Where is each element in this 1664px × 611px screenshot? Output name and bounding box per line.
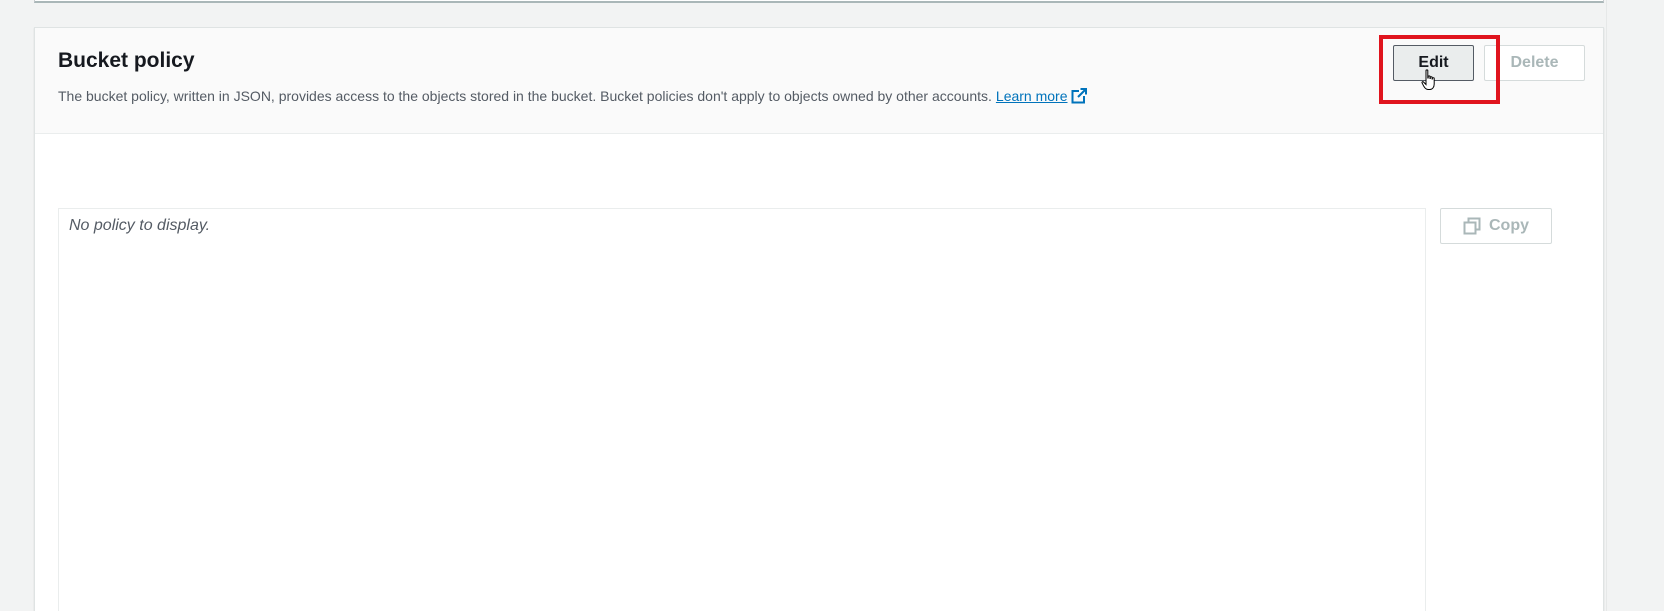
section-description: The bucket policy, written in JSON, prov… (58, 88, 1087, 104)
learn-more-link[interactable]: Learn more (996, 88, 1068, 104)
previous-panel-edge (34, 0, 1604, 3)
copy-label: Copy (1489, 217, 1529, 234)
panel-header: Bucket policy The bucket policy, written… (35, 28, 1603, 134)
policy-empty-text: No policy to display. (69, 217, 211, 234)
delete-button[interactable]: Delete (1484, 45, 1585, 81)
policy-viewer[interactable]: No policy to display. (58, 208, 1426, 611)
scroll-gutter (1606, 0, 1607, 611)
section-title: Bucket policy (58, 49, 195, 72)
page: Bucket policy The bucket policy, written… (0, 0, 1664, 611)
bucket-policy-panel: Bucket policy The bucket policy, written… (34, 27, 1604, 611)
description-text: The bucket policy, written in JSON, prov… (58, 88, 992, 104)
copy-button[interactable]: Copy (1440, 208, 1552, 244)
edit-button[interactable]: Edit (1393, 45, 1474, 81)
external-link-icon[interactable] (1071, 88, 1087, 104)
copy-icon (1463, 217, 1481, 235)
